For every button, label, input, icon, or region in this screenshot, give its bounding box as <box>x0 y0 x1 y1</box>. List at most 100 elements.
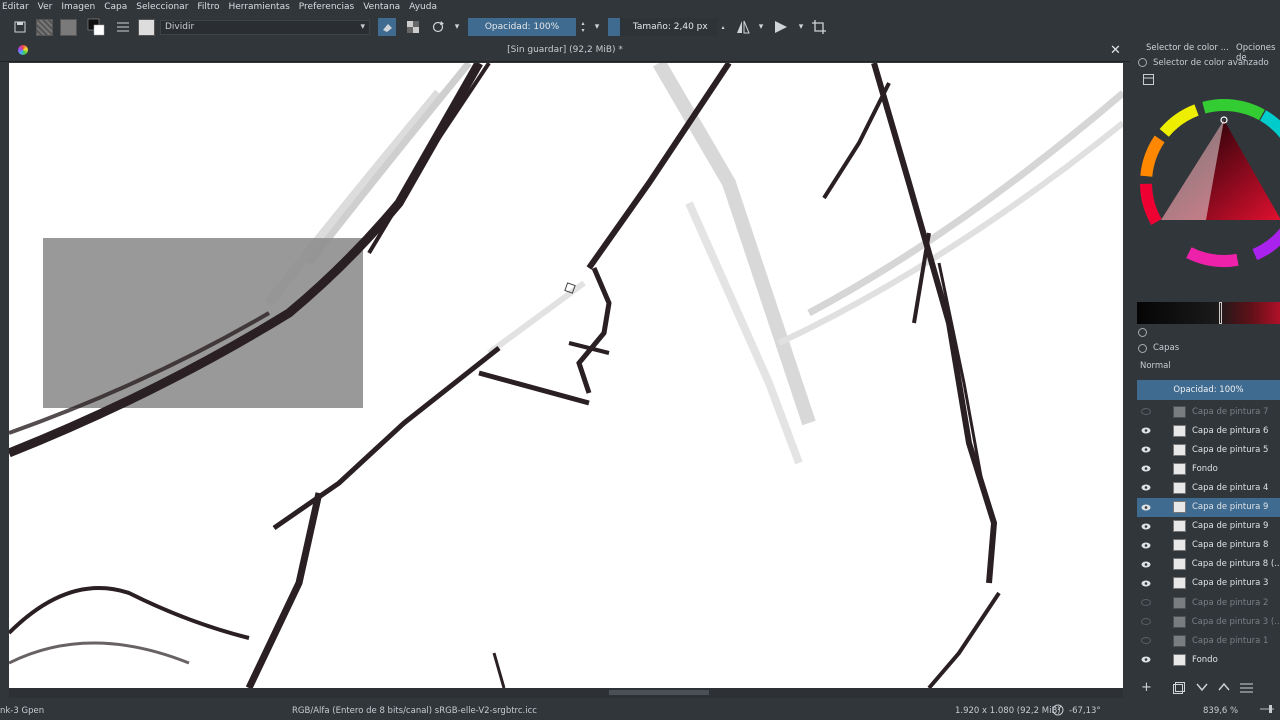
layer-row[interactable]: Capa de pintura 3 (... <box>1137 612 1280 631</box>
eye-icon[interactable] <box>1141 484 1151 491</box>
panel-float-icon[interactable] <box>1138 344 1147 353</box>
close-document-icon[interactable]: ✕ <box>1110 43 1121 58</box>
layer-thumbnail <box>1173 443 1186 456</box>
status-dimensions: 1.920 x 1.080 (92,2 MiB) <box>955 706 1061 716</box>
layer-thumbnail <box>1173 634 1186 647</box>
brush-settings-icon[interactable] <box>114 18 132 36</box>
pattern-swatch[interactable] <box>60 18 77 36</box>
eye-hidden-icon[interactable] <box>1141 599 1151 606</box>
spinner-icon[interactable]: ▴ ▾ <box>578 18 588 36</box>
drawing-canvas[interactable] <box>9 63 1123 688</box>
move-layer-down-icon[interactable] <box>1196 682 1208 695</box>
eye-icon[interactable] <box>1141 542 1151 549</box>
eye-hidden-icon[interactable] <box>1141 637 1151 645</box>
chevron-down-icon[interactable]: ▾ <box>796 18 806 36</box>
menu-ver[interactable]: Ver <box>38 2 53 12</box>
scrollbar-thumb[interactable] <box>609 690 709 695</box>
layer-row[interactable]: Capa de pintura 9 <box>1137 497 1280 517</box>
layer-thumbnail <box>1173 596 1186 609</box>
status-bar: nk-3 Gpen RGB/Alfa (Entero de 8 bits/can… <box>0 700 1280 720</box>
crop-icon[interactable] <box>810 18 828 36</box>
layer-thumbnail <box>1173 405 1186 418</box>
menu-ayuda[interactable]: Ayuda <box>409 2 437 12</box>
menu-preferencias[interactable]: Preferencias <box>299 2 354 12</box>
duplicate-layer-icon[interactable] <box>1173 682 1185 697</box>
refresh-icon[interactable] <box>1138 328 1147 337</box>
eye-icon[interactable] <box>1141 446 1151 453</box>
tab-color-selector[interactable]: Selector de color ... <box>1146 43 1229 53</box>
chevron-down-icon[interactable]: ▾ <box>756 18 766 36</box>
status-rotation[interactable]: -67,13° <box>1069 706 1101 716</box>
eye-icon[interactable] <box>1141 465 1151 472</box>
gradient-swatch[interactable] <box>36 18 53 36</box>
layer-properties-icon[interactable] <box>1240 682 1253 696</box>
eye-icon[interactable] <box>1141 561 1151 568</box>
menu-capa[interactable]: Capa <box>104 2 127 12</box>
opacity-slider[interactable]: Opacidad: 100% <box>468 18 576 36</box>
color-history-bar[interactable] <box>1137 302 1280 324</box>
size-slider[interactable]: Tamaño: 2,40 px <box>608 18 718 36</box>
layer-row[interactable]: Capa de pintura 9 <box>1137 517 1280 536</box>
menu-herramientas[interactable]: Herramientas <box>228 2 289 12</box>
layer-name: Capa de pintura 2 <box>1192 597 1269 608</box>
canvas-artwork <box>9 63 1123 688</box>
zoom-slider-icon[interactable] <box>1260 704 1274 717</box>
layer-row[interactable]: Capa de pintura 4 <box>1137 478 1280 497</box>
layer-row[interactable]: Fondo <box>1137 459 1280 478</box>
preserve-alpha-icon[interactable] <box>404 18 422 36</box>
layer-row[interactable]: Capa de pintura 1 <box>1137 631 1280 650</box>
mirror-vertical-icon[interactable] <box>772 18 790 36</box>
color-settings-icon[interactable] <box>1143 74 1154 88</box>
horizontal-scrollbar[interactable] <box>9 688 1123 698</box>
eye-icon[interactable] <box>1141 427 1151 434</box>
eye-hidden-icon[interactable] <box>1141 408 1151 415</box>
blend-mode-value: Dividir <box>165 22 195 32</box>
eye-icon[interactable] <box>1141 504 1151 511</box>
layer-row[interactable]: Capa de pintura 8 (... <box>1137 555 1280 574</box>
layer-name: Capa de pintura 4 <box>1192 482 1269 493</box>
brush-preset-icon[interactable] <box>138 18 155 36</box>
layer-name: Capa de pintura 8 <box>1192 540 1269 551</box>
layer-row[interactable]: Fondo <box>1137 650 1280 669</box>
status-zoom[interactable]: 839,6 % <box>1203 706 1238 716</box>
add-layer-icon[interactable]: + <box>1141 680 1152 695</box>
color-wheel[interactable] <box>1136 98 1280 278</box>
panel-float-icon[interactable] <box>1138 58 1147 67</box>
layer-row[interactable]: Capa de pintura 6 <box>1137 421 1280 440</box>
layer-name: Capa de pintura 7 <box>1192 406 1269 417</box>
layer-thumbnail <box>1173 558 1186 571</box>
save-icon[interactable] <box>12 18 28 36</box>
menu-ventana[interactable]: Ventana <box>363 2 400 12</box>
tool-options-bar: Dividir ▾ ▾ Opacidad: 100% ▴ ▾ ▾ Tamaño: … <box>0 14 1280 40</box>
layer-row[interactable]: Capa de pintura 7 <box>1137 402 1280 421</box>
menu-editar[interactable]: Editar <box>2 2 29 12</box>
eye-icon[interactable] <box>1141 580 1151 587</box>
layer-row[interactable]: Capa de pintura 8 <box>1137 536 1280 555</box>
layer-name: Capa de pintura 3 <box>1192 578 1269 589</box>
layer-row[interactable]: Capa de pintura 2 <box>1137 593 1280 612</box>
layer-row[interactable]: Capa de pintura 5 <box>1137 440 1280 459</box>
fg-bg-color-icon[interactable] <box>86 18 106 36</box>
layer-thumbnail <box>1173 539 1186 552</box>
blend-mode-select[interactable]: Dividir ▾ <box>160 20 370 35</box>
eye-icon[interactable] <box>1141 656 1151 663</box>
menu-seleccionar[interactable]: Seleccionar <box>136 2 188 12</box>
rotation-icon[interactable] <box>1052 704 1064 719</box>
layer-opacity-slider[interactable]: Opacidad: 100% <box>1137 380 1280 400</box>
size-slider-fill <box>608 18 620 36</box>
spinner-icon[interactable]: ▴ <box>718 18 728 36</box>
layer-row[interactable]: Capa de pintura 3 <box>1137 574 1280 593</box>
eye-icon[interactable] <box>1141 523 1151 530</box>
mirror-horizontal-icon[interactable] <box>734 18 752 36</box>
layer-thumbnail <box>1173 577 1186 590</box>
chevron-down-icon[interactable]: ▾ <box>592 18 602 36</box>
eye-hidden-icon[interactable] <box>1141 618 1151 626</box>
chevron-down-icon: ▾ <box>360 22 365 32</box>
layer-blend-mode-select[interactable]: Normal <box>1140 361 1171 371</box>
menu-imagen[interactable]: Imagen <box>61 2 95 12</box>
chevron-down-icon[interactable]: ▾ <box>452 18 462 36</box>
move-layer-up-icon[interactable] <box>1218 682 1230 695</box>
reload-preset-icon[interactable] <box>428 18 448 36</box>
menu-filtro[interactable]: Filtro <box>197 2 219 12</box>
eraser-mode-icon[interactable] <box>378 18 396 36</box>
